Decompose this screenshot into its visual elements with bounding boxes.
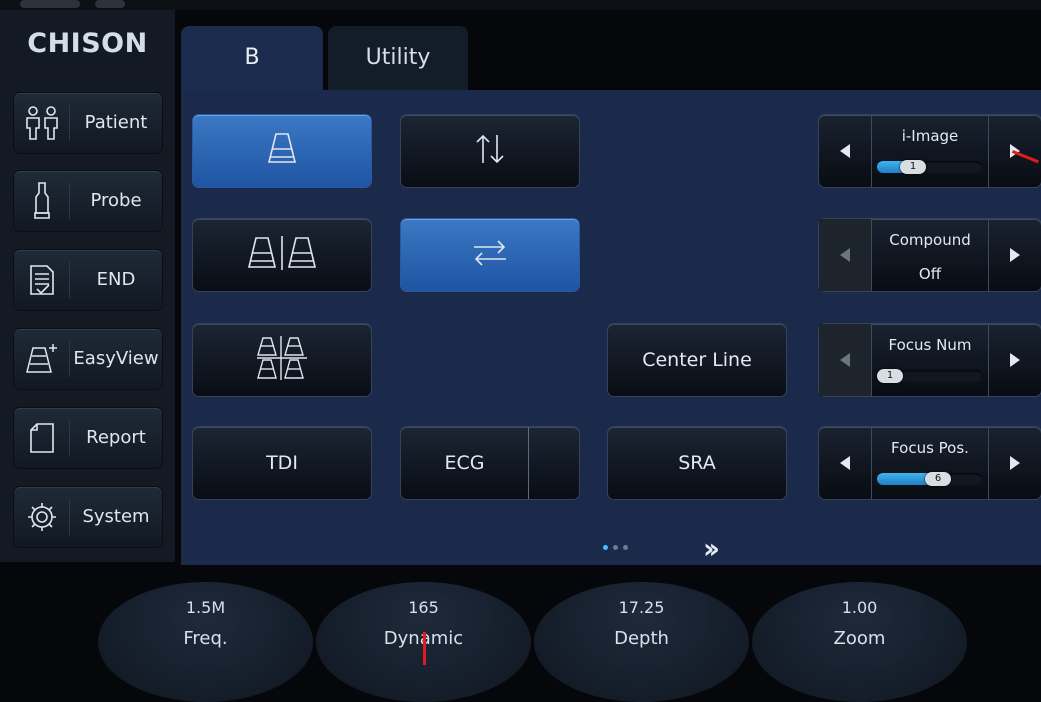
focus-pos-increase-button[interactable] — [988, 427, 1041, 499]
arrow-right-icon — [1010, 248, 1020, 262]
quad-image-layout-button[interactable] — [193, 324, 371, 396]
sidebar-item-system[interactable]: System — [14, 487, 162, 547]
sra-button[interactable]: SRA — [608, 427, 786, 499]
dynamic-value: 165 — [408, 598, 439, 617]
patient-icon — [14, 93, 70, 153]
arrow-left-icon — [840, 248, 850, 262]
freq-value: 1.5M — [185, 598, 226, 617]
next-page-icon[interactable]: ›› — [703, 532, 720, 565]
ecg-split-divider — [528, 427, 529, 499]
focus-num-increase-button[interactable] — [988, 324, 1041, 396]
slider-knob[interactable]: 6 — [925, 472, 951, 486]
arrow-left-icon — [840, 144, 850, 158]
tab-utility[interactable]: Utility — [328, 26, 468, 90]
sidebar-item-label: Patient — [84, 112, 148, 133]
slider-knob[interactable]: 1 — [900, 160, 926, 174]
quad-image-layout-icon — [257, 335, 307, 385]
easyview-icon — [14, 329, 70, 389]
zoom-label: Zoom — [833, 628, 886, 649]
page-indicator — [603, 545, 628, 550]
ecg-label: ECG — [444, 452, 485, 474]
arrow-left-icon — [840, 456, 850, 470]
up-down-flip-icon — [472, 131, 508, 172]
red-annotation-mark — [423, 632, 426, 665]
sidebar-item-report[interactable]: Report — [14, 408, 162, 468]
end-exam-icon — [14, 250, 70, 310]
focus-num-control: Focus Num 1 — [819, 324, 1041, 396]
compound-label: Compound — [889, 231, 971, 249]
report-icon — [14, 408, 70, 468]
sidebar-item-patient[interactable]: Patient — [14, 93, 162, 153]
probe-icon — [14, 171, 70, 231]
focus-pos-decrease-button[interactable] — [819, 427, 872, 499]
dual-image-layout-button[interactable] — [193, 219, 371, 291]
sidebar-item-end[interactable]: END — [14, 250, 162, 310]
left-right-flip-button[interactable] — [401, 219, 579, 291]
chison-logo: CHISON — [27, 28, 148, 59]
page-dot[interactable] — [613, 545, 618, 550]
freq-label: Freq. — [183, 628, 228, 649]
zoom-value: 1.00 — [841, 598, 878, 617]
top-status-strip — [0, 0, 1041, 10]
sidebar-item-label: Probe — [90, 190, 142, 211]
compound-increase-button[interactable] — [988, 219, 1041, 291]
sidebar-item-probe[interactable]: Probe — [14, 171, 162, 231]
arrow-left-icon — [840, 353, 850, 367]
tdi-button[interactable]: TDI — [193, 427, 371, 499]
system-gear-icon — [14, 487, 70, 547]
center-line-button[interactable]: Center Line — [608, 324, 786, 396]
status-blur — [95, 0, 125, 8]
slider-knob[interactable]: 1 — [877, 369, 903, 383]
single-image-layout-icon — [267, 131, 297, 172]
sidebar-item-label: EasyView — [73, 348, 159, 369]
arrow-right-icon — [1010, 456, 1020, 470]
focus-pos-slider[interactable]: 6 — [877, 472, 983, 486]
sidebar-item-easyview[interactable]: EasyView — [14, 329, 162, 389]
focus-pos-control: Focus Pos. 6 — [819, 427, 1041, 499]
arrow-right-icon — [1010, 353, 1020, 367]
page-dot[interactable] — [603, 545, 608, 550]
single-image-layout-button[interactable] — [193, 115, 371, 187]
left-right-flip-icon — [470, 236, 510, 275]
zoom-knob[interactable]: 1.00 Zoom — [752, 582, 967, 702]
focus-num-slider[interactable]: 1 — [877, 369, 983, 383]
i-image-label: i-Image — [901, 127, 959, 145]
i-image-decrease-button[interactable] — [819, 115, 872, 187]
tab-b-mode[interactable]: B — [181, 26, 323, 90]
depth-label: Depth — [614, 628, 669, 649]
ecg-button[interactable]: ECG — [401, 427, 579, 499]
sidebar-item-label: END — [96, 269, 136, 290]
depth-knob[interactable]: 17.25 Depth — [534, 582, 749, 702]
focus-num-decrease-button[interactable] — [819, 324, 872, 396]
focus-num-label: Focus Num — [888, 336, 972, 354]
depth-value: 17.25 — [618, 598, 665, 617]
compound-control: Compound Off — [819, 219, 1041, 291]
i-image-control: i-Image 1 — [819, 115, 1041, 187]
up-down-flip-button[interactable] — [401, 115, 579, 187]
sidebar-item-label: Report — [86, 427, 146, 448]
compound-value: Off — [918, 265, 942, 283]
freq-knob[interactable]: 1.5M Freq. — [98, 582, 313, 702]
compound-decrease-button[interactable] — [819, 219, 872, 291]
page-dot[interactable] — [623, 545, 628, 550]
status-blur — [20, 0, 80, 8]
sidebar-item-label: System — [82, 506, 150, 527]
dual-image-layout-icon — [247, 235, 317, 276]
focus-pos-label: Focus Pos. — [891, 439, 969, 457]
i-image-slider[interactable]: 1 — [877, 160, 983, 174]
